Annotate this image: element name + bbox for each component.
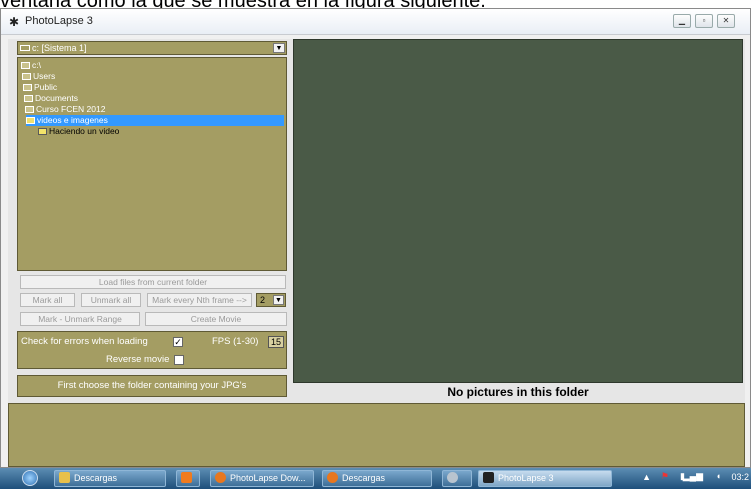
options-panel: Check for errors when loading ✓ FPS (1-3…: [17, 331, 287, 369]
volume-icon[interactable]: ◖: [716, 471, 721, 481]
tree-item-haciendo[interactable]: Haciendo un video: [38, 126, 119, 137]
taskbar-item-photolapse[interactable]: PhotoLapse 3: [478, 470, 612, 487]
chevron-down-icon[interactable]: ▼: [273, 295, 284, 305]
folder-icon: [23, 84, 32, 91]
check-errors-checkbox[interactable]: ✓: [173, 337, 183, 347]
app-icon: ✱: [9, 15, 20, 29]
drive-select-value: c: [Sistema 1]: [32, 43, 87, 53]
preview-status: No pictures in this folder: [293, 383, 743, 401]
network-icon[interactable]: ▂▄▆: [683, 471, 703, 482]
folder-icon: [38, 128, 47, 135]
firefox-icon: [327, 472, 338, 483]
firefox-icon: [215, 472, 226, 483]
tree-item-c-drive[interactable]: c:\: [21, 60, 41, 71]
minimize-button[interactable]: ▁: [673, 14, 691, 28]
status-message: First choose the folder containing your …: [17, 375, 287, 397]
taskbar-item-photolapse-download[interactable]: PhotoLapse Dow...: [210, 470, 314, 487]
reverse-movie-checkbox[interactable]: [174, 355, 184, 365]
photolapse-icon: [483, 472, 494, 483]
start-button[interactable]: [22, 470, 38, 486]
tree-item-documents[interactable]: Documents: [24, 93, 78, 104]
nth-frame-value: 2: [260, 295, 266, 305]
title-bar[interactable]: ✱ PhotoLapse 3 ▁ ▫ ✕: [1, 9, 750, 35]
tree-item-public[interactable]: Public: [23, 82, 57, 93]
create-movie-button[interactable]: Create Movie: [145, 312, 287, 326]
drive-select[interactable]: c: [Sistema 1] ▼: [17, 41, 287, 55]
folder-open-icon: [26, 117, 35, 124]
tree-item-users[interactable]: Users: [22, 71, 55, 82]
taskbar-item-media[interactable]: [176, 470, 200, 487]
folder-icon: [21, 62, 30, 69]
nth-frame-select[interactable]: 2 ▼: [256, 293, 286, 307]
media-player-icon: [181, 472, 192, 483]
photolapse-window: ✱ PhotoLapse 3 ▁ ▫ ✕ c: [Sistema 1] ▼ c:…: [0, 8, 751, 468]
taskbar: Descargas PhotoLapse Dow... Descargas Ph…: [0, 468, 751, 489]
thumbnail-strip[interactable]: [8, 403, 745, 467]
client-area: c: [Sistema 1] ▼ c:\ Users Public Docume…: [8, 39, 745, 467]
mark-all-button[interactable]: Mark all: [20, 293, 75, 307]
mark-every-nth-button[interactable]: Mark every Nth frame -->: [147, 293, 252, 307]
taskbar-item-descargas-firefox[interactable]: Descargas: [322, 470, 432, 487]
mark-unmark-range-button[interactable]: Mark - Unmark Range: [20, 312, 140, 326]
taskbar-item-app[interactable]: [442, 470, 472, 487]
folder-icon: [25, 106, 34, 113]
screen: ventana como la que se muestra en la fig…: [0, 0, 751, 489]
reverse-movie-label: Reverse movie: [106, 354, 170, 365]
taskbar-item-descargas[interactable]: Descargas: [54, 470, 166, 487]
tree-item-videos-selected[interactable]: videos e imagenes: [26, 115, 284, 126]
close-button[interactable]: ✕: [717, 14, 735, 28]
chevron-down-icon[interactable]: ▼: [273, 43, 285, 53]
folder-tree[interactable]: c:\ Users Public Documents Curso FCEN 20…: [17, 57, 287, 271]
unmark-all-button[interactable]: Unmark all: [81, 293, 141, 307]
preview-area: [293, 39, 743, 383]
folder-icon: [24, 95, 33, 102]
fps-input[interactable]: 15: [268, 336, 284, 348]
check-errors-label: Check for errors when loading: [21, 336, 148, 347]
tree-item-curso[interactable]: Curso FCEN 2012: [25, 104, 105, 115]
flag-icon[interactable]: ⚑: [661, 471, 669, 482]
folder-icon: [22, 73, 31, 80]
clock[interactable]: 03:2: [731, 472, 749, 482]
drive-icon: [20, 45, 30, 51]
fps-label: FPS (1-30): [212, 336, 259, 347]
maximize-button[interactable]: ▫: [695, 14, 713, 28]
chevron-up-icon[interactable]: ▲: [642, 472, 651, 482]
app-icon: [447, 472, 458, 483]
load-files-button[interactable]: Load files from current folder: [20, 275, 286, 289]
folder-icon: [59, 472, 70, 483]
window-title: PhotoLapse 3: [25, 15, 93, 27]
